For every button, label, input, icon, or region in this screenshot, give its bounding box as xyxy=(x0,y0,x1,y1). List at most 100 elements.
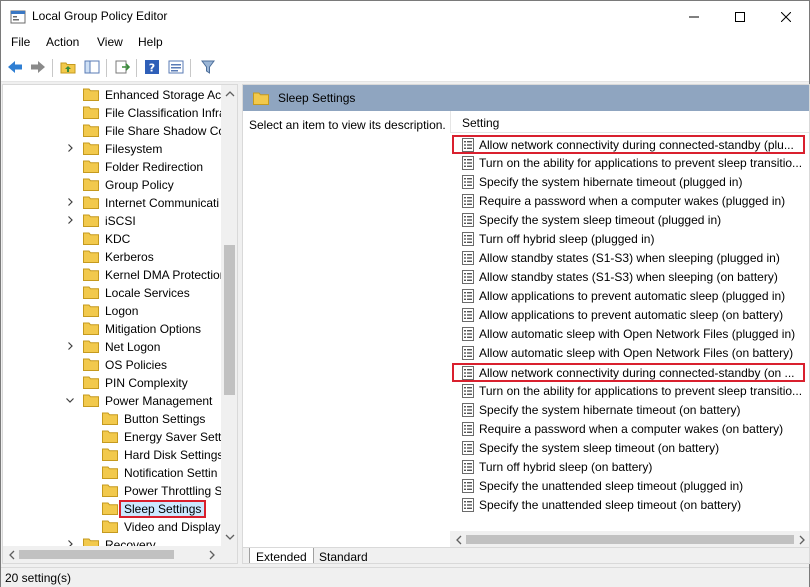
folder-icon xyxy=(102,448,118,461)
tree-item[interactable]: Notification Settin xyxy=(3,464,221,482)
tree-item[interactable]: Recovery xyxy=(3,536,221,546)
tree-item[interactable]: Power Management xyxy=(3,392,221,410)
tree-vertical-scrollbar[interactable] xyxy=(221,85,237,546)
export-list-button[interactable] xyxy=(112,58,132,78)
setting-label: Specify the system hibernate timeout (on… xyxy=(479,403,741,417)
setting-row[interactable]: Turn on the ability for applications to … xyxy=(450,154,809,173)
setting-row[interactable]: Specify the unattended sleep timeout (pl… xyxy=(450,477,809,496)
forward-button[interactable] xyxy=(28,58,48,78)
tree-item[interactable]: Video and Display xyxy=(3,518,221,536)
tree-item-label: Button Settings xyxy=(124,412,206,426)
chevron-right-icon[interactable] xyxy=(65,539,75,546)
tab-standard[interactable]: Standard xyxy=(313,548,374,563)
tree-horizontal-scrollbar[interactable] xyxy=(3,546,221,563)
scroll-right-arrow-icon[interactable] xyxy=(207,550,217,560)
filter-button[interactable] xyxy=(198,58,218,78)
setting-row[interactable]: Allow standby states (S1-S3) when sleepi… xyxy=(450,249,809,268)
tree-item[interactable]: Locale Services xyxy=(3,284,221,302)
setting-column-header[interactable]: Setting xyxy=(450,111,809,133)
help-button[interactable]: ? xyxy=(142,58,162,78)
details-header: Sleep Settings xyxy=(243,85,809,111)
properties-button[interactable] xyxy=(166,58,186,78)
toolbar-separator xyxy=(190,59,191,77)
details-horizontal-scroll-thumb[interactable] xyxy=(466,535,794,544)
back-button[interactable] xyxy=(5,58,25,78)
setting-row[interactable]: Require a password when a computer wakes… xyxy=(450,420,809,439)
setting-row[interactable]: Specify the system sleep timeout (plugge… xyxy=(450,211,809,230)
show-hide-console-tree-button[interactable] xyxy=(82,58,102,78)
tree-item[interactable]: Power Throttling S xyxy=(3,482,221,500)
setting-row[interactable]: Allow network connectivity during connec… xyxy=(452,363,805,382)
chevron-right-icon[interactable] xyxy=(65,341,75,351)
setting-label: Allow applications to prevent automatic … xyxy=(479,308,784,322)
menu-action[interactable]: Action xyxy=(46,35,79,49)
setting-row[interactable]: Turn on the ability for applications to … xyxy=(450,382,809,401)
scroll-down-arrow-icon[interactable] xyxy=(225,532,235,542)
tree-item[interactable]: File Share Shadow Cop xyxy=(3,122,221,140)
setting-label: Allow network connectivity during connec… xyxy=(479,366,795,380)
folder-icon xyxy=(102,412,118,425)
setting-row[interactable]: Specify the system hibernate timeout (on… xyxy=(450,401,809,420)
details-horizontal-scrollbar[interactable] xyxy=(450,531,809,548)
setting-row[interactable]: Allow applications to prevent automatic … xyxy=(450,306,809,325)
tree-item-label: Sleep Settings xyxy=(119,500,207,518)
setting-row[interactable]: Specify the unattended sleep timeout (on… xyxy=(450,496,809,515)
folder-icon xyxy=(102,502,118,515)
tree-item[interactable]: Internet Communicati xyxy=(3,194,221,212)
setting-label: Allow applications to prevent automatic … xyxy=(479,289,786,303)
setting-row[interactable]: Allow automatic sleep with Open Network … xyxy=(450,325,809,344)
scroll-right-arrow-icon[interactable] xyxy=(797,535,807,545)
tree-item[interactable]: Sleep Settings xyxy=(3,500,221,518)
description-text: Select an item to view its description. xyxy=(249,118,446,132)
chevron-down-icon[interactable] xyxy=(65,395,75,405)
tree-item[interactable]: Hard Disk Settings xyxy=(3,446,221,464)
close-button[interactable] xyxy=(763,1,809,32)
export-list-icon xyxy=(114,60,131,77)
minimize-button[interactable] xyxy=(671,1,717,32)
tree-item[interactable]: iSCSI xyxy=(3,212,221,230)
tree-item[interactable]: KDC xyxy=(3,230,221,248)
tree-item[interactable]: OS Policies xyxy=(3,356,221,374)
scroll-left-arrow-icon[interactable] xyxy=(454,535,464,545)
scroll-up-arrow-icon[interactable] xyxy=(225,89,235,99)
tree-item[interactable]: Net Logon xyxy=(3,338,221,356)
menu-view[interactable]: View xyxy=(97,35,123,49)
tree-item[interactable]: File Classification Infra xyxy=(3,104,221,122)
tab-extended[interactable]: Extended xyxy=(249,548,314,563)
chevron-right-icon[interactable] xyxy=(65,143,75,153)
status-bar: 20 setting(s) xyxy=(1,567,809,587)
setting-row[interactable]: Allow automatic sleep with Open Network … xyxy=(450,344,809,363)
setting-row[interactable]: Allow applications to prevent automatic … xyxy=(450,287,809,306)
policy-setting-icon xyxy=(462,308,474,322)
tree-item[interactable]: Logon xyxy=(3,302,221,320)
tree-item[interactable]: Energy Saver Settin xyxy=(3,428,221,446)
menu-help[interactable]: Help xyxy=(138,35,163,49)
settings-list: Allow network connectivity during connec… xyxy=(450,135,809,530)
tree-item[interactable]: Folder Redirection xyxy=(3,158,221,176)
tree-item[interactable]: Group Policy xyxy=(3,176,221,194)
setting-row[interactable]: Specify the system hibernate timeout (pl… xyxy=(450,173,809,192)
tree-item[interactable]: PIN Complexity xyxy=(3,374,221,392)
setting-row[interactable]: Turn off hybrid sleep (on battery) xyxy=(450,458,809,477)
setting-row[interactable]: Allow network connectivity during connec… xyxy=(452,135,805,154)
tree-item[interactable]: Enhanced Storage Acc xyxy=(3,86,221,104)
setting-row[interactable]: Specify the system sleep timeout (on bat… xyxy=(450,439,809,458)
setting-row[interactable]: Allow standby states (S1-S3) when sleepi… xyxy=(450,268,809,287)
menu-file[interactable]: File xyxy=(11,35,30,49)
chevron-right-icon[interactable] xyxy=(65,215,75,225)
up-one-level-button[interactable] xyxy=(58,58,78,78)
tree-item-label: Group Policy xyxy=(105,178,174,192)
scroll-left-arrow-icon[interactable] xyxy=(7,550,17,560)
tree-item[interactable]: Kerberos xyxy=(3,248,221,266)
chevron-right-icon[interactable] xyxy=(65,197,75,207)
tree-item[interactable]: Button Settings xyxy=(3,410,221,428)
maximize-button[interactable] xyxy=(717,1,763,32)
setting-row[interactable]: Require a password when a computer wakes… xyxy=(450,192,809,211)
tree-horizontal-scroll-thumb[interactable] xyxy=(19,550,174,559)
tree-item[interactable]: Filesystem xyxy=(3,140,221,158)
tree-item[interactable]: Mitigation Options xyxy=(3,320,221,338)
tree-vertical-scroll-thumb[interactable] xyxy=(224,245,235,395)
tree-item[interactable]: Kernel DMA Protection xyxy=(3,266,221,284)
folder-icon xyxy=(83,394,99,407)
setting-row[interactable]: Turn off hybrid sleep (plugged in) xyxy=(450,230,809,249)
